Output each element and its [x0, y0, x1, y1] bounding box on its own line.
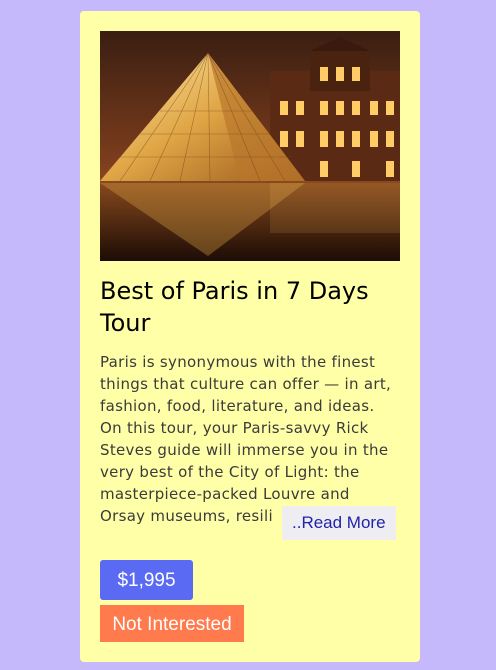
read-more-button[interactable]: ..Read More — [282, 506, 396, 540]
not-interested-button[interactable]: Not Interested — [100, 605, 244, 642]
tour-image — [100, 31, 400, 261]
tour-title: Best of Paris in 7 Days Tour — [100, 277, 369, 337]
price-button[interactable]: $1,995 — [100, 560, 193, 600]
tour-card: Best of Paris in 7 Days Tour Paris is sy… — [80, 11, 420, 662]
